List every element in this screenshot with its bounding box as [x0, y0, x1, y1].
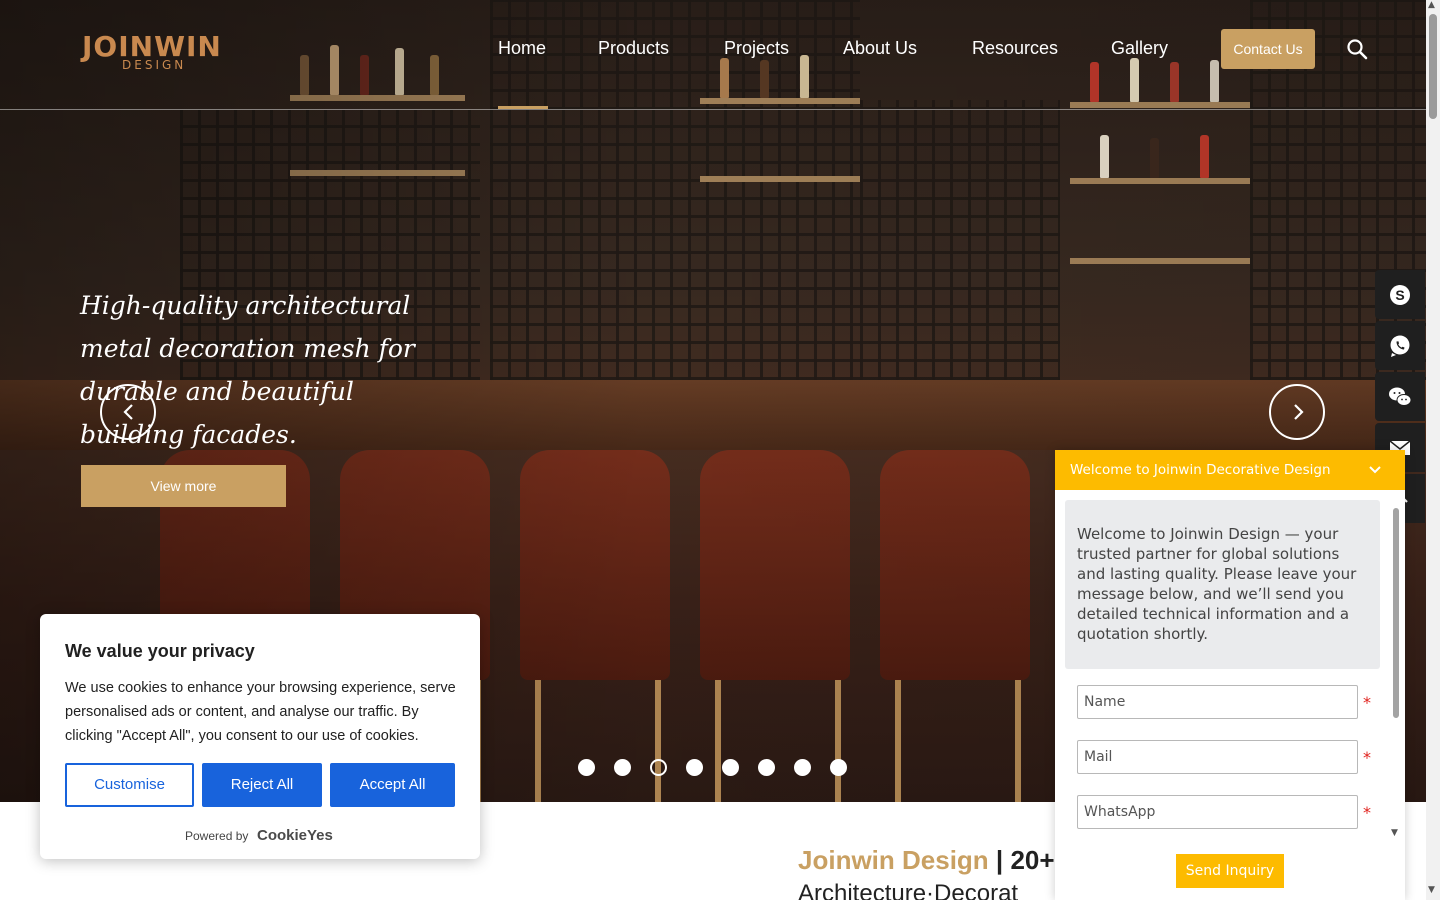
chat-welcome-text: Welcome to Joinwin Design — your trusted…: [1077, 525, 1357, 643]
page: JOINWIN DESIGN Home Products Projects Ab…: [0, 0, 1440, 900]
search-icon[interactable]: [1346, 38, 1368, 60]
chat-welcome-message: Welcome to Joinwin Design — your trusted…: [1065, 500, 1380, 669]
slider-prev-button[interactable]: [100, 384, 156, 440]
slider-dot[interactable]: [722, 759, 739, 776]
chat-scroll-down-arrow[interactable]: ▼: [1391, 828, 1398, 838]
chat-mail-input[interactable]: [1077, 740, 1358, 774]
slider-dot[interactable]: [758, 759, 775, 776]
chat-title: Welcome to Joinwin Decorative Design: [1070, 462, 1331, 478]
slider-dot[interactable]: [614, 759, 631, 776]
about-subheading: Architecture·Decorat: [798, 880, 1019, 900]
wechat-icon: [1389, 387, 1412, 406]
chat-widget: Welcome to Joinwin Decorative Design Wel…: [1055, 450, 1405, 900]
page-scroll-down-arrow[interactable]: ▼: [1428, 885, 1435, 895]
slider-dot-active[interactable]: [650, 759, 667, 776]
slider-dot[interactable]: [686, 759, 703, 776]
nav-projects[interactable]: Projects: [724, 38, 789, 59]
chat-header[interactable]: Welcome to Joinwin Decorative Design: [1055, 450, 1405, 490]
chat-whatsapp-input[interactable]: [1077, 795, 1358, 829]
about-heading: Joinwin Design | 20+: [798, 845, 1055, 876]
chat-name-input[interactable]: [1077, 685, 1358, 719]
view-more-button[interactable]: View more: [81, 465, 286, 507]
svg-text:S: S: [1395, 287, 1404, 303]
required-mark: *: [1363, 693, 1371, 712]
cookie-text: We use cookies to enhance your browsing …: [65, 680, 456, 744]
contact-us-button[interactable]: Contact Us: [1221, 29, 1315, 69]
required-mark: *: [1363, 803, 1371, 822]
page-scroll-up-arrow[interactable]: ▲: [1428, 0, 1435, 10]
nav-gallery[interactable]: Gallery: [1111, 38, 1168, 59]
cookie-accept-button[interactable]: Accept All: [330, 763, 455, 807]
chevron-right-icon: [1294, 404, 1304, 420]
site-logo[interactable]: JOINWIN DESIGN: [82, 30, 222, 74]
required-mark: *: [1363, 748, 1371, 767]
cookie-consent-banner: We value your privacy We use cookies to …: [40, 614, 480, 859]
nav-resources[interactable]: Resources: [972, 38, 1058, 59]
cookie-customise-button[interactable]: Customise: [65, 763, 194, 807]
slider-dot[interactable]: [578, 759, 595, 776]
nav-products[interactable]: Products: [598, 38, 669, 59]
slider-next-button[interactable]: [1269, 384, 1325, 440]
wechat-button[interactable]: [1375, 372, 1425, 421]
skype-button[interactable]: S: [1375, 270, 1425, 319]
page-scrollbar[interactable]: [1426, 0, 1440, 900]
nav-home[interactable]: Home: [498, 38, 546, 59]
skype-icon: S: [1390, 285, 1410, 305]
about-heading-rest: 20+: [1010, 845, 1055, 875]
whatsapp-button[interactable]: [1375, 321, 1425, 370]
about-separator: |: [995, 845, 1004, 875]
cookie-powered-by: Powered by: [185, 829, 249, 843]
chat-scrollbar[interactable]: [1393, 508, 1399, 718]
send-inquiry-button[interactable]: Send Inquiry: [1176, 854, 1284, 888]
slider-dot[interactable]: [830, 759, 847, 776]
slider-dot[interactable]: [794, 759, 811, 776]
whatsapp-icon: [1390, 335, 1410, 357]
nav-active-indicator: [498, 106, 548, 109]
chevron-down-icon[interactable]: [1367, 462, 1383, 478]
cookieyes-logo[interactable]: CookieYes: [257, 827, 333, 844]
cookie-reject-button[interactable]: Reject All: [202, 763, 322, 807]
nav-about-us[interactable]: About Us: [843, 38, 917, 59]
cookie-title: We value your privacy: [65, 641, 255, 661]
about-brand: Joinwin Design: [798, 845, 989, 875]
page-scrollbar-thumb[interactable]: [1429, 14, 1437, 119]
site-header: JOINWIN DESIGN: [0, 0, 1426, 110]
chevron-left-icon: [123, 404, 133, 420]
logo-subtitle: DESIGN: [122, 58, 187, 72]
